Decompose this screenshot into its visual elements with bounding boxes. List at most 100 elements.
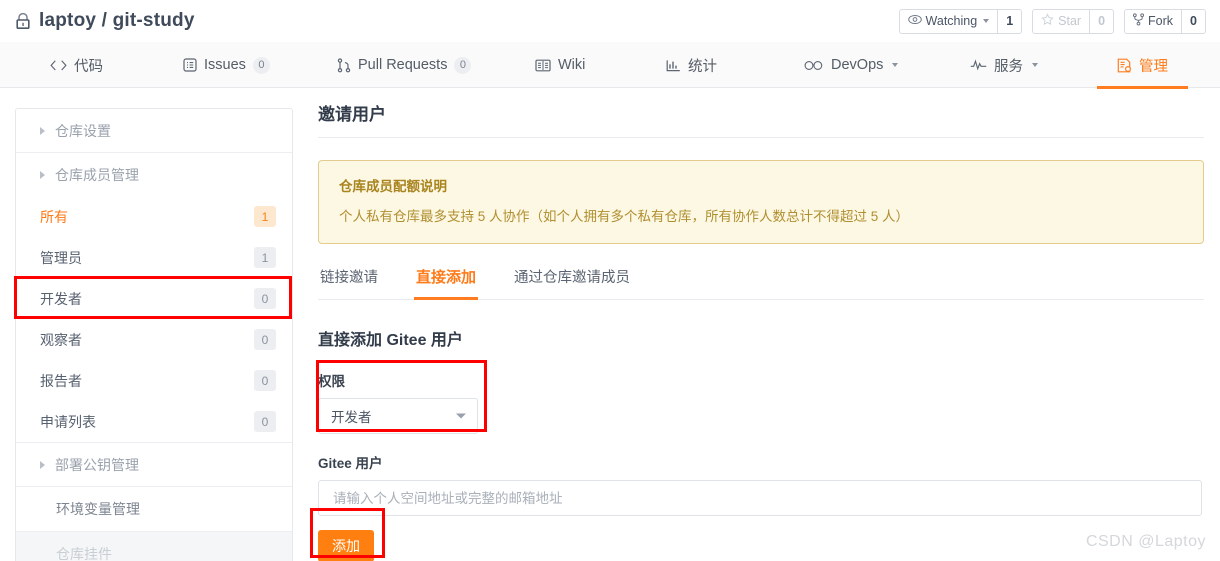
nav-item-issues[interactable]: Issues 0 (179, 42, 274, 88)
devops-icon (804, 60, 824, 71)
sidebar-item-label-observer: 观察者 (40, 331, 82, 348)
wiki-icon (535, 59, 551, 72)
chevron-down-icon-permission (456, 413, 466, 419)
gitee-user-input[interactable] (318, 480, 1202, 517)
nav-label-manage: 管理 (1139, 58, 1168, 75)
section-title-direct-add: 直接添加 Gitee 用户 (318, 332, 463, 350)
fork-label: Fork (1148, 14, 1174, 28)
pull-request-icon (337, 57, 351, 73)
eye-icon (907, 14, 922, 28)
sidebar-item-widgets[interactable]: 仓库挂件 (16, 532, 292, 561)
page-title: 邀请用户 (318, 105, 386, 124)
watching-label: Watching (925, 14, 978, 28)
sidebar-group-label-member-management: 仓库成员管理 (55, 166, 139, 183)
sidebar-count-developer: 0 (254, 288, 276, 309)
watching-count[interactable]: 1 (997, 8, 1023, 34)
sidebar-item-label-all: 所有 (40, 208, 68, 225)
chevron-down-icon-devops (892, 63, 899, 67)
watching-button[interactable]: Watching (898, 8, 998, 34)
sidebar-group-deploy-keys[interactable]: 部署公钥管理 (16, 443, 292, 486)
nav-badge-issues: 0 (252, 56, 270, 74)
sidebar-count-observer: 0 (254, 329, 276, 350)
fork-icon (1133, 13, 1145, 29)
nav-item-wiki[interactable]: Wiki (531, 42, 589, 88)
sidebar-item-observer[interactable]: 观察者 0 (16, 319, 292, 360)
chevron-down-icon (983, 19, 990, 23)
permission-select[interactable]: 开发者 (318, 398, 478, 435)
sidebar-count-application-list: 0 (254, 411, 276, 432)
nav-item-stats[interactable]: 统计 (662, 42, 721, 88)
repo-header: laptoy / git-study Watching 1 Star 0 For… (0, 0, 1220, 42)
permission-field: 权限 开发者 (318, 370, 1204, 435)
sidebar-group-repo-settings[interactable]: 仓库设置 (16, 109, 292, 152)
quota-notice-body: 个人私有仓库最多支持 5 人协作（如个人拥有多个私有仓库，所有协作人数总计不得超… (339, 209, 910, 224)
quota-notice: 仓库成员配额说明 个人私有仓库最多支持 5 人协作（如个人拥有多个私有仓库，所有… (318, 160, 1204, 245)
star-label: Star (1058, 14, 1082, 28)
manage-icon (1117, 58, 1132, 73)
title-divider (318, 137, 1204, 138)
nav-item-code[interactable]: 代码 (46, 42, 107, 88)
chevron-right-icon-member-management (40, 170, 45, 179)
gitee-user-field: Gitee 用户 (318, 452, 1204, 517)
nav-item-pull-requests[interactable]: Pull Requests 0 (333, 42, 475, 88)
tab-link-invite[interactable]: 链接邀请 (318, 266, 380, 299)
nav-item-devops[interactable]: DevOps (800, 42, 902, 88)
repo-title: laptoy / git-study (14, 10, 195, 32)
permission-label: 权限 (318, 374, 345, 390)
sidebar-item-label-developer: 开发者 (40, 290, 82, 307)
fork-count[interactable]: 0 (1181, 8, 1206, 34)
sidebar-item-developer[interactable]: 开发者 0 (16, 278, 292, 319)
sidebar-section-member-management: 仓库成员管理 所有 1 管理员 1 开发者 0 观察者 0 报告者 0 申请列表… (16, 153, 292, 443)
invite-tabs: 链接邀请 直接添加 通过仓库邀请成员 (318, 266, 1204, 301)
sidebar-group-label-repo-settings: 仓库设置 (55, 122, 111, 139)
service-icon (970, 59, 987, 71)
sidebar-item-label-admin: 管理员 (40, 249, 82, 266)
star-button-group[interactable]: Star 0 (1032, 8, 1115, 34)
permission-select-value: 开发者 (331, 410, 372, 426)
nav-item-manage[interactable]: 管理 (1097, 42, 1188, 89)
chevron-right-icon-deploy-keys (40, 460, 45, 469)
watching-button-group[interactable]: Watching 1 (898, 8, 1023, 34)
fork-button[interactable]: Fork (1124, 8, 1182, 34)
nav-label-issues: Issues (204, 57, 246, 73)
tab-invite-via-repo[interactable]: 通过仓库邀请成员 (512, 266, 632, 299)
sidebar-section-deploy-keys: 部署公钥管理 (16, 443, 292, 487)
nav-label-wiki: Wiki (558, 57, 586, 73)
sidebar-item-all[interactable]: 所有 1 (16, 196, 292, 237)
add-button-row: 添加 (318, 530, 1204, 561)
watermark: CSDN @Laptoy (1085, 533, 1206, 550)
sidebar-item-application-list[interactable]: 申请列表 0 (16, 401, 292, 442)
sidebar-section-env-vars: 环境变量管理 (16, 487, 292, 532)
stats-icon (666, 59, 681, 72)
issues-icon (183, 58, 197, 72)
sidebar-count-all: 1 (254, 206, 276, 227)
lock-icon (14, 12, 31, 31)
sidebar-group-member-management[interactable]: 仓库成员管理 (16, 153, 292, 196)
nav-label-stats: 统计 (688, 58, 717, 75)
sidebar-section-repo-settings: 仓库设置 (16, 109, 292, 153)
star-icon (1041, 13, 1054, 29)
sidebar-item-env-vars[interactable]: 环境变量管理 (16, 487, 292, 531)
star-count[interactable]: 0 (1089, 8, 1115, 34)
chevron-down-icon-service (1032, 63, 1038, 67)
add-button[interactable]: 添加 (318, 530, 374, 561)
main-content: 邀请用户 仓库成员配额说明 个人私有仓库最多支持 5 人协作（如个人拥有多个私有… (318, 100, 1204, 561)
nav-label-code: 代码 (74, 58, 103, 75)
nav-badge-pull-requests: 0 (454, 56, 472, 74)
fork-button-group[interactable]: Fork 0 (1124, 8, 1206, 34)
sidebar-item-admin[interactable]: 管理员 1 (16, 237, 292, 278)
sidebar-item-label-reporter: 报告者 (40, 372, 82, 389)
permission-select-wrap[interactable]: 开发者 (318, 398, 478, 435)
tab-direct-add[interactable]: 直接添加 (414, 266, 479, 301)
sidebar-item-label-application-list: 申请列表 (40, 413, 96, 430)
nav-item-service[interactable]: 服务 (966, 42, 1042, 88)
repo-nav: 代码 Issues 0 Pull Requests 0 Wiki 统计 DevO… (0, 42, 1220, 89)
nav-label-service: 服务 (994, 58, 1023, 75)
star-button[interactable]: Star (1032, 8, 1090, 34)
nav-label-pull-requests: Pull Requests (358, 57, 448, 73)
sidebar-item-reporter[interactable]: 报告者 0 (16, 360, 292, 401)
nav-label-devops: DevOps (831, 57, 884, 73)
repo-full-title[interactable]: laptoy / git-study (39, 10, 195, 32)
sidebar-group-label-deploy-keys: 部署公钥管理 (55, 456, 139, 473)
code-icon (50, 59, 67, 72)
